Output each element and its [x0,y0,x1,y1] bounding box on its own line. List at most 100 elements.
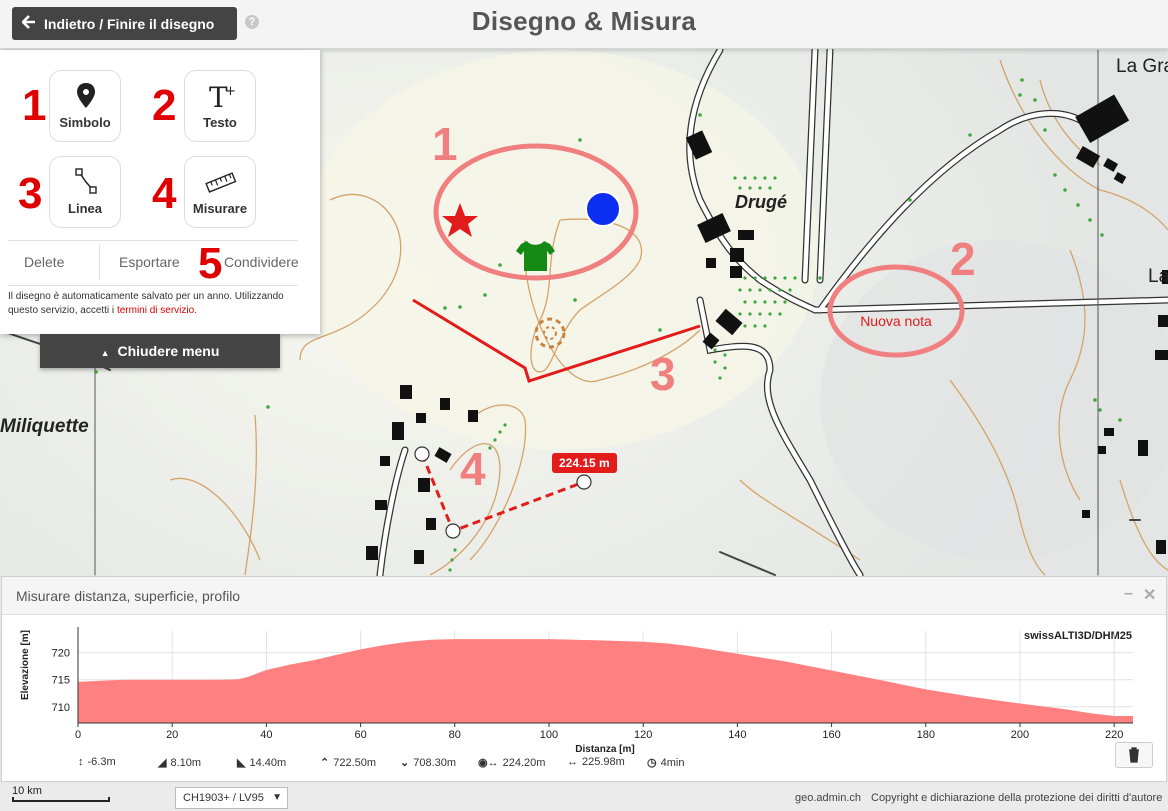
x-tick-label: 60 [354,729,366,741]
text-tool-button[interactable]: T + Testo [184,70,256,142]
action-number-5: 5 [198,239,223,288]
trash-icon [1129,747,1139,763]
x-tick-label: 20 [166,729,178,741]
profile-stat-value: 225.98m [582,756,625,768]
x-axis-label: Distanza [m] [575,744,634,755]
measure-tool-button[interactable]: Misurare [184,156,256,228]
chevron-up-icon: ⌃ [320,757,330,769]
x-tick-label: 180 [917,729,935,741]
ascent-icon: ◢ [158,757,167,769]
chevron-down-icon: ⌄ [400,757,410,769]
profile-stat-value: 14.40m [249,757,287,769]
profile-stat-value: -6.3m [87,756,116,768]
profile-panel-title: Misurare distanza, superficie, profilo [16,588,241,604]
copyright-link[interactable]: Copyright e dichiarazione della protezio… [871,792,1162,804]
place-label-la-gra: La Gra [1116,56,1168,77]
updown-arrow-icon: ↕ [78,756,84,768]
annotation-number-3: 3 [650,348,676,400]
tool-number-4: 4 [152,169,177,218]
terms-link[interactable]: termini di servizio [117,305,194,316]
autosave-notice: Il disegno è automaticamente salvato per… [8,290,308,318]
tool-number-2: 2 [152,81,177,130]
profile-stat: ◷ 4min [647,756,684,769]
profile-stat: ◢ 8.10m [158,756,201,769]
x-tick-label: 140 [728,729,746,741]
profile-stat: ↔ 225.98m [567,756,625,768]
profile-panel: Misurare distanza, superficie, profilo –… [1,576,1167,782]
x-tick-label: 220 [1105,729,1123,741]
crs-value: CH1903+ / LV95 [183,792,264,804]
caret-up-icon: ▲ [100,348,110,358]
close-menu-label: Chiudere menu [117,343,220,359]
line-tool-label: Linea [68,201,102,216]
divider [8,240,298,241]
profile-stat-value: 708.30m [413,757,457,769]
share-button[interactable]: Condividere [224,254,299,270]
annotation-number-4: 4 [460,443,486,495]
notice-end: . [194,305,197,316]
profile-stat: ↕ -6.3m [78,756,116,768]
x-tick-label: 200 [1011,729,1029,741]
measure-point[interactable] [414,446,430,462]
profile-stat-value: 4min [660,757,685,769]
top-bar: Indietro / Finire il disegno ? Disegno &… [0,0,1168,49]
chevron-down-icon: ▼ [272,792,282,803]
profile-stat: ⌃ 722.50m [320,756,376,769]
y-tick-label: 715 [52,675,70,687]
place-label-la: La [1148,266,1168,287]
annotation-number-1: 1 [432,118,458,170]
eye-distance-icon: ◉↔ [478,757,499,769]
chart-title: swissALTI3D/DHM25 [1024,630,1132,642]
note-text[interactable]: Nuova nota [860,313,932,329]
x-tick-label: 0 [75,729,81,741]
ruler-icon [185,167,255,195]
profile-stat-value: 224.20m [502,757,546,769]
scale-bar-label: 10 km [12,785,42,797]
close-menu-button[interactable]: ▲ Chiudere menu [40,334,280,368]
measure-distance-label: 224.15 m [552,453,617,473]
tool-number-1: 1 [22,81,47,130]
text-add-icon: T + [185,81,255,114]
measure-point[interactable] [576,474,592,490]
scale-bar [12,797,110,802]
profile-stat: ◉↔ 224.20m [478,756,545,769]
close-icon[interactable]: ✕ [1143,585,1156,605]
line-icon [50,167,120,195]
x-tick-label: 100 [540,729,558,741]
svg-text:+: + [225,84,236,99]
descent-icon: ◣ [237,757,246,769]
tool-number-3: 3 [18,169,43,218]
x-tick-label: 120 [634,729,652,741]
place-label-druge: Drugé [735,192,787,212]
symbol-tool-button[interactable]: Simbolo [49,70,121,142]
divider [8,285,298,286]
delete-button[interactable]: Delete [24,254,64,270]
measure-point[interactable] [445,523,461,539]
y-axis-label: Elevazione [m] [20,630,31,700]
export-button[interactable]: Esportare [119,254,180,270]
symbol-tool-label: Simbolo [59,115,111,130]
clock-icon: ◷ [647,757,657,769]
text-tool-label: Testo [203,115,237,130]
y-tick-label: 720 [52,648,70,660]
blue-circle-symbol[interactable] [585,191,621,227]
page-title: Disegno & Misura [471,6,697,36]
x-tick-label: 160 [822,729,840,741]
line-tool-button[interactable]: Linea [49,156,121,228]
profile-stat-value: 8.10m [170,757,202,769]
coordinate-system-select[interactable]: CH1903+ / LV95 ▼ [175,787,288,809]
y-tick-label: 710 [52,702,70,714]
horizontal-distance-icon: ↔ [567,756,578,768]
x-tick-label: 40 [260,729,272,741]
divider [99,244,100,280]
minimize-button[interactable]: – [1124,585,1133,603]
map-marker-icon [50,81,120,109]
elevation-area [78,639,1133,723]
elevation-profile-chart[interactable]: swissALTI3D/DHM25 Elevazione [m] Distanz… [2,615,1168,755]
measure-tool-label: Misurare [192,201,248,216]
x-tick-label: 80 [449,729,461,741]
profile-stat: ◣ 14.40m [237,756,286,769]
attribution-link[interactable]: geo.admin.ch [795,792,861,804]
delete-profile-button[interactable] [1115,742,1153,768]
annotation-number-2: 2 [950,233,976,285]
